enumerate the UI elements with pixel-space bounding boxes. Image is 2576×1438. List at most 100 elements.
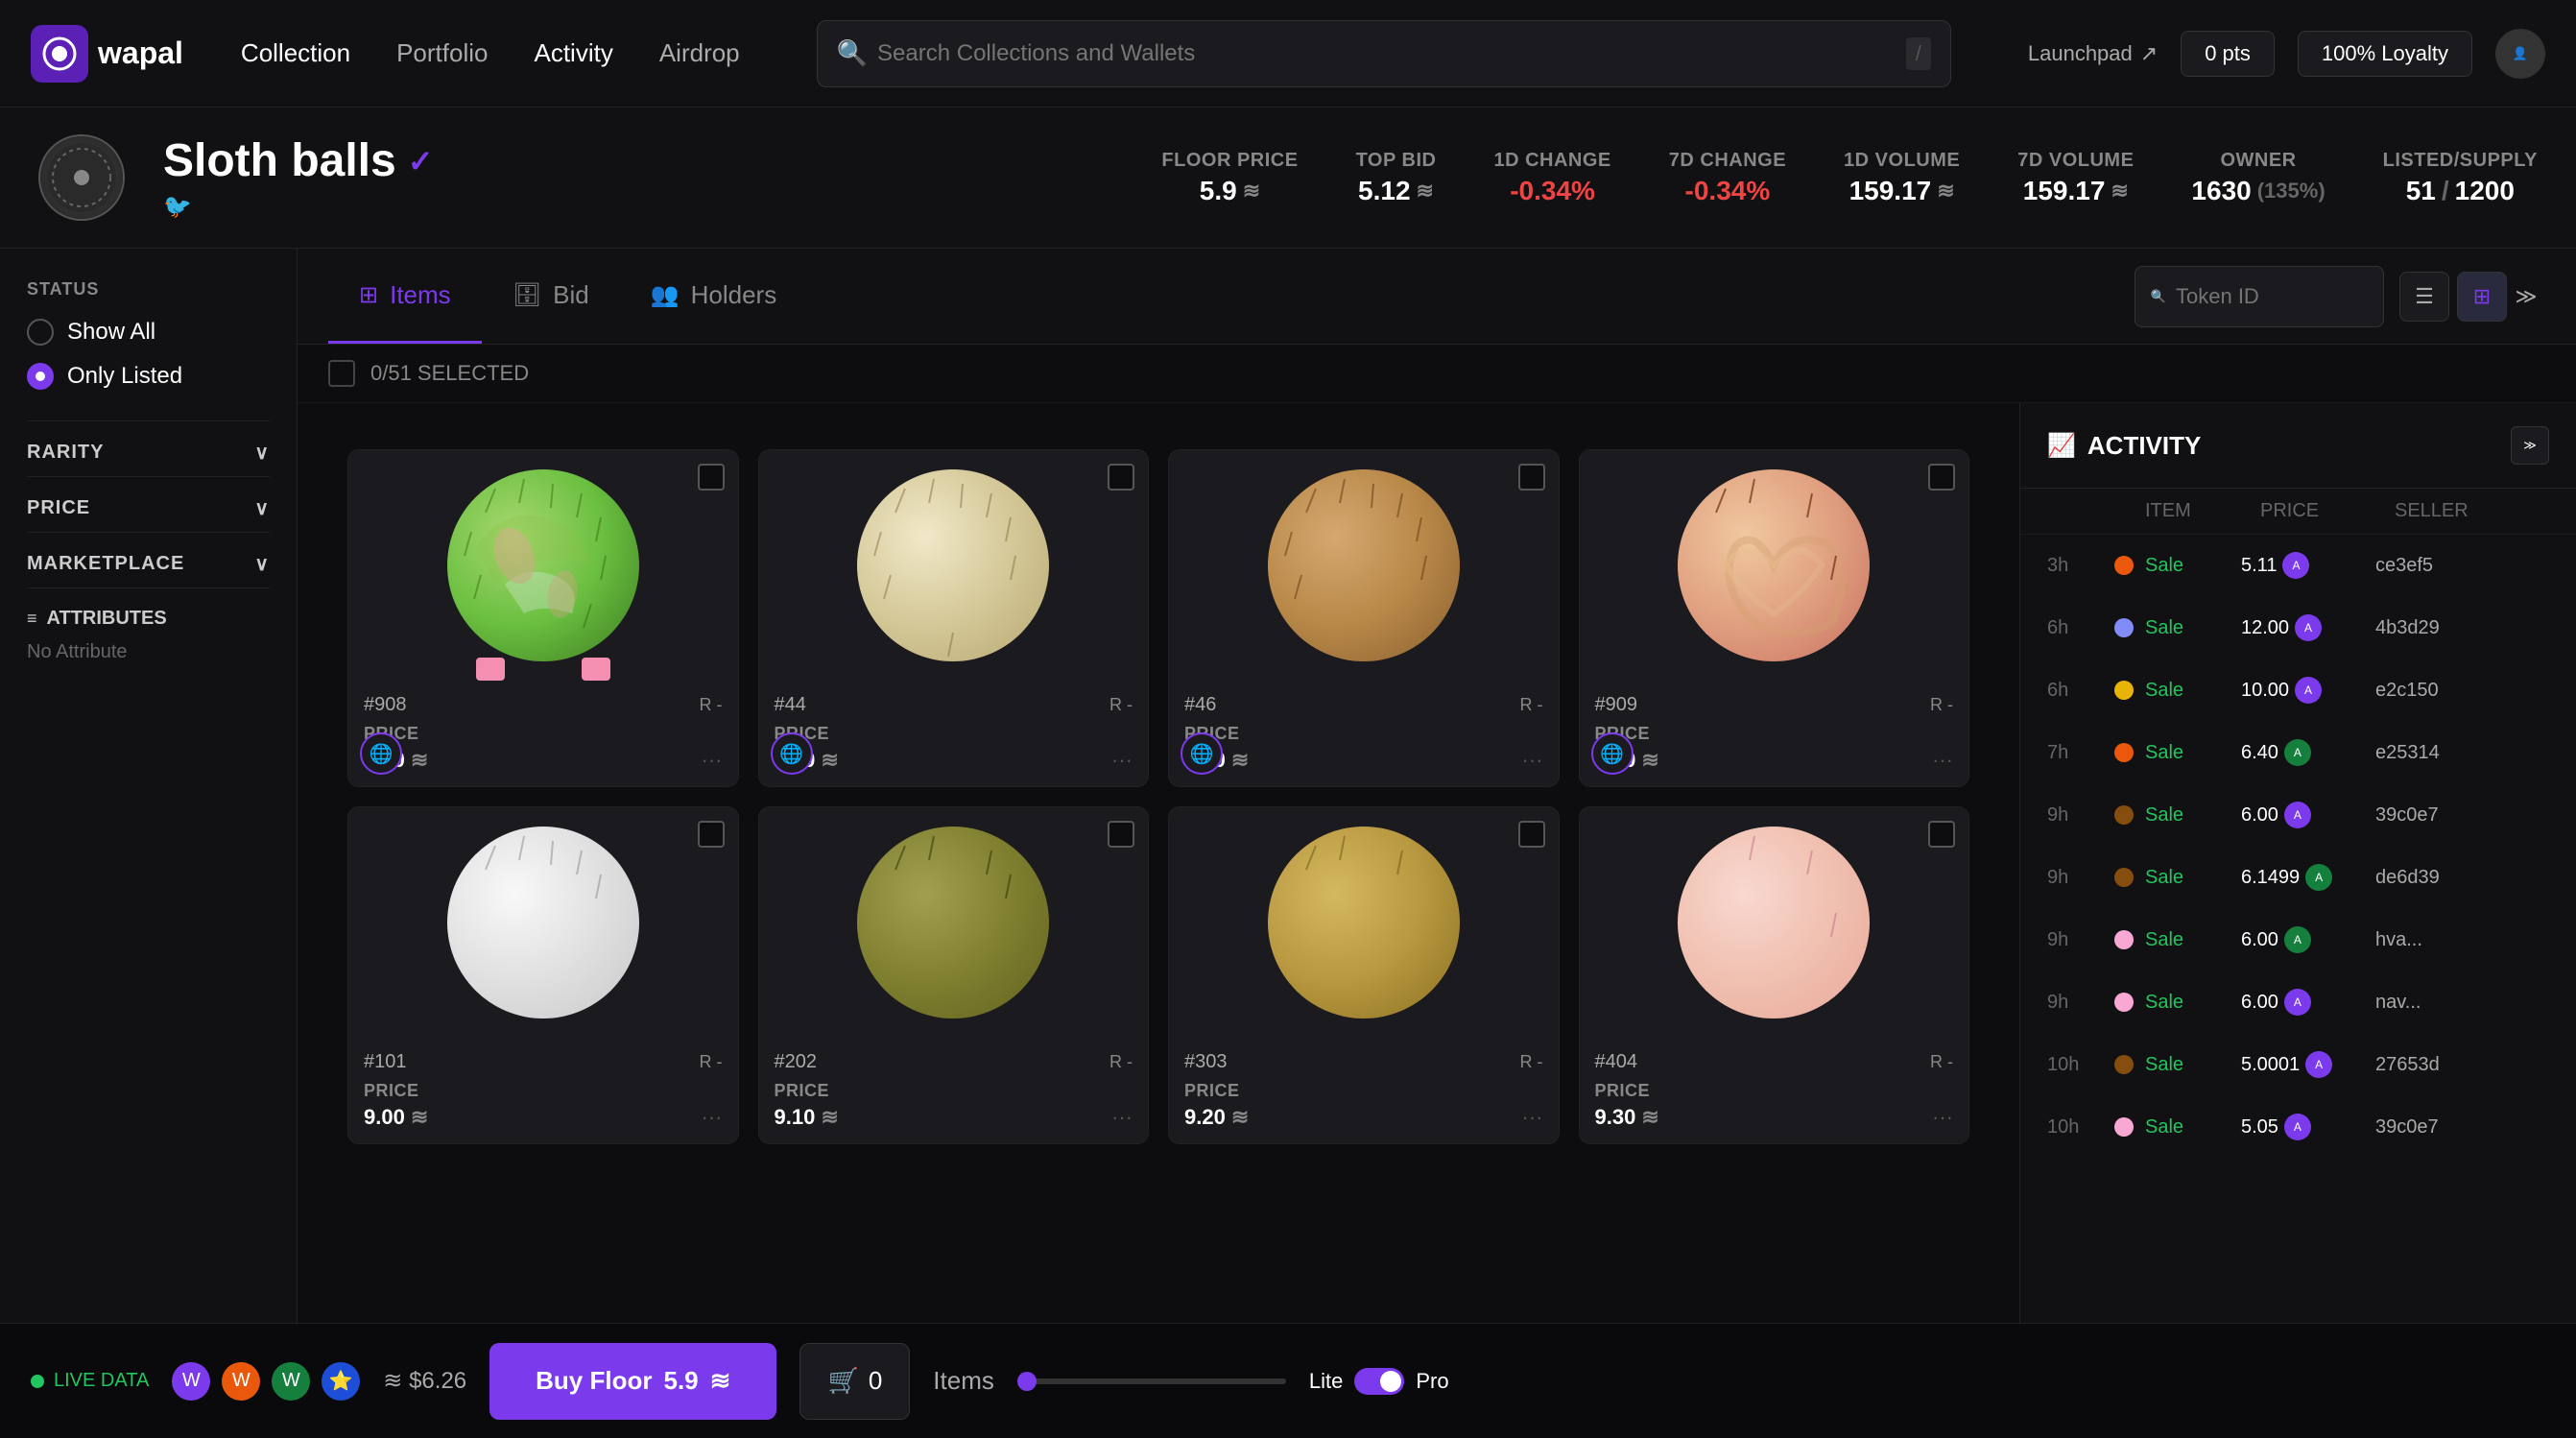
- item-checkbox[interactable]: [1928, 821, 1955, 848]
- cart-button[interactable]: 🛒 0: [799, 1343, 910, 1420]
- item-card[interactable]: 🌐 #44 R - PRICE 8.70 ≋: [758, 449, 1150, 787]
- activity-dot: [2114, 743, 2134, 762]
- marketplace-filter-header[interactable]: MARKETPLACE ∨: [27, 552, 270, 576]
- only-listed-radio[interactable]: [27, 363, 54, 390]
- item-card[interactable]: #303 R - PRICE 9.20 ≋ ···: [1168, 806, 1560, 1144]
- item-rarity: R -: [1109, 695, 1133, 715]
- nav-right: Launchpad ↗ 0 pts 100% Loyalty 👤: [2028, 29, 2545, 79]
- grid-view-button[interactable]: ⊞: [2457, 272, 2507, 322]
- items-slider[interactable]: [1017, 1378, 1286, 1384]
- item-checkbox[interactable]: [698, 464, 725, 491]
- item-checkbox[interactable]: [698, 821, 725, 848]
- nav-airdrop[interactable]: Airdrop: [659, 31, 740, 76]
- collection-info: Sloth balls ✓ 🐦: [163, 134, 434, 221]
- item-checkbox[interactable]: [1108, 464, 1134, 491]
- rarity-filter-header[interactable]: RARITY ∨: [27, 441, 270, 465]
- apt-icon-4: ≋: [2111, 179, 2128, 204]
- price-display: ≋ $6.26: [383, 1367, 466, 1395]
- activity-row[interactable]: 3h Sale 5.11 A ce3ef5: [2020, 535, 2576, 597]
- live-data-indicator: LIVE DATA: [31, 1370, 149, 1392]
- item-card[interactable]: 🌐 #908 R - PRICE 7.90 ≋: [347, 449, 739, 787]
- activity-row[interactable]: 9h Sale 6.00 A 39c0e7: [2020, 784, 2576, 847]
- currency-icon: A: [2295, 614, 2322, 641]
- currency-icon: A: [2284, 739, 2311, 766]
- tab-holders[interactable]: 👥 Holders: [620, 249, 807, 344]
- activity-seller: e2c150: [2375, 680, 2549, 702]
- item-rarity: R -: [1520, 695, 1543, 715]
- activity-seller: 39c0e7: [2375, 804, 2549, 827]
- nav-collection[interactable]: Collection: [241, 31, 350, 76]
- item-id: #404: [1595, 1051, 1638, 1073]
- lite-pro-switch[interactable]: [1354, 1368, 1404, 1395]
- activity-type: Sale: [2145, 617, 2241, 639]
- token-id-input[interactable]: [2176, 284, 2368, 309]
- item-more-button[interactable]: ···: [1522, 1105, 1543, 1130]
- expand-button[interactable]: ≫: [2507, 277, 2545, 316]
- item-card[interactable]: #404 R - PRICE 9.30 ≋ ···: [1579, 806, 1970, 1144]
- tab-items[interactable]: ⊞ Items: [328, 249, 482, 344]
- activity-dot: [2114, 1117, 2134, 1137]
- item-card[interactable]: 🌐 #46 R - PRICE 8.70 ≋: [1168, 449, 1560, 787]
- item-price: 9.10 ≋: [775, 1105, 839, 1130]
- search-input[interactable]: [877, 40, 1906, 67]
- wallet-icon-4[interactable]: ⭐: [322, 1362, 360, 1401]
- item-more-button[interactable]: ···: [702, 1105, 723, 1130]
- list-view-button[interactable]: ☰: [2399, 272, 2449, 322]
- activity-row[interactable]: 9h Sale 6.00 A nav...: [2020, 971, 2576, 1034]
- item-more-button[interactable]: ···: [1932, 748, 1953, 773]
- item-card[interactable]: 🌐 #909 R - PRICE 8.90 ≋: [1579, 449, 1970, 787]
- twitter-link[interactable]: 🐦: [163, 193, 434, 221]
- item-more-button[interactable]: ···: [1522, 748, 1543, 773]
- item-info: 🌐 #46 R - PRICE 8.70 ≋: [1169, 681, 1559, 786]
- token-id-search[interactable]: 🔍: [2135, 266, 2384, 327]
- search-shortcut: /: [1906, 37, 1931, 70]
- content-wrapper: ⊞ Items 🗄 Bid 👥 Holders 🔍 ☰ ⊞ ≫: [298, 249, 2576, 1426]
- nav-activity[interactable]: Activity: [534, 31, 612, 76]
- wallet-icon-1[interactable]: W: [172, 1362, 210, 1401]
- activity-row[interactable]: 7h Sale 6.40 A e25314: [2020, 722, 2576, 784]
- show-all-radio[interactable]: [27, 319, 54, 346]
- activity-row[interactable]: 9h Sale 6.1499 A de6d39: [2020, 847, 2576, 909]
- item-card[interactable]: #101 R - PRICE 9.00 ≋ ···: [347, 806, 739, 1144]
- activity-rows: 3h Sale 5.11 A ce3ef5 6h Sale: [2020, 535, 2576, 1426]
- activity-expand-button[interactable]: ≫: [2511, 426, 2549, 465]
- holders-icon: 👥: [651, 281, 680, 309]
- activity-row[interactable]: 9h Sale 6.00 A hva...: [2020, 909, 2576, 971]
- item-more-button[interactable]: ···: [1111, 748, 1133, 773]
- item-checkbox[interactable]: [1518, 464, 1545, 491]
- item-more-button[interactable]: ···: [1932, 1105, 1953, 1130]
- item-more-button[interactable]: ···: [1111, 1105, 1133, 1130]
- activity-dot: [2114, 805, 2134, 825]
- price-filter-header[interactable]: PRICE ∨: [27, 496, 270, 520]
- item-checkbox[interactable]: [1928, 464, 1955, 491]
- user-avatar[interactable]: 👤: [2495, 29, 2545, 79]
- search-bar[interactable]: 🔍 /: [817, 20, 1951, 87]
- wallet-icon-3[interactable]: W: [272, 1362, 310, 1401]
- tab-bid[interactable]: 🗄 Bid: [482, 249, 620, 344]
- item-more-button[interactable]: ···: [702, 748, 723, 773]
- activity-time: 9h: [2047, 929, 2114, 951]
- nav-portfolio[interactable]: Portfolio: [396, 31, 488, 76]
- activity-row[interactable]: 10h Sale 5.05 A 39c0e7: [2020, 1096, 2576, 1159]
- activity-price: 6.40 A: [2241, 739, 2375, 766]
- activity-dot: [2114, 556, 2134, 575]
- nft-image: [759, 450, 1149, 681]
- nft-image: [759, 807, 1149, 1038]
- activity-dot: [2114, 930, 2134, 949]
- item-checkbox[interactable]: [1518, 821, 1545, 848]
- only-listed-option[interactable]: Only Listed: [27, 363, 270, 390]
- launchpad-button[interactable]: Launchpad ↗: [2028, 41, 2158, 66]
- item-card[interactable]: #202 R - PRICE 9.10 ≋ ···: [758, 806, 1150, 1144]
- logo[interactable]: wapal: [31, 25, 183, 83]
- select-all-checkbox[interactable]: [328, 360, 355, 387]
- item-checkbox[interactable]: [1108, 821, 1134, 848]
- nft-image: [348, 450, 738, 681]
- main-nav: Collection Portfolio Activity Airdrop: [241, 31, 740, 76]
- show-all-option[interactable]: Show All: [27, 319, 270, 346]
- activity-row[interactable]: 6h Sale 10.00 A e2c150: [2020, 659, 2576, 722]
- wallet-icon-2[interactable]: W: [222, 1362, 260, 1401]
- buy-floor-button[interactable]: Buy Floor 5.9 ≋: [489, 1343, 776, 1420]
- activity-row[interactable]: 10h Sale 5.0001 A 27653d: [2020, 1034, 2576, 1096]
- activity-row[interactable]: 6h Sale 12.00 A 4b3d29: [2020, 597, 2576, 659]
- chevron-down-icon-3: ∨: [254, 552, 270, 576]
